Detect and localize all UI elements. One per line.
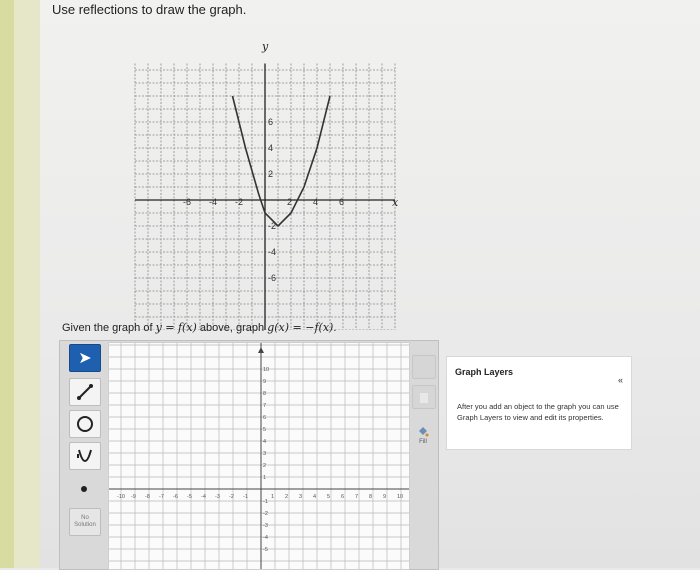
x-tick-label: -4 (209, 197, 217, 207)
x-tick-label: -6 (173, 494, 178, 500)
x-tick-label: 7 (355, 494, 358, 500)
x-tick-label: 6 (339, 197, 344, 207)
graph-layers-title: Graph Layers (455, 367, 514, 377)
answer-grid (109, 343, 409, 569)
y-tick-label: 3 (263, 451, 266, 457)
x-tick-label: -1 (243, 494, 248, 500)
y-tick-label: -3 (263, 523, 268, 529)
x-tick-label: -3 (215, 494, 220, 500)
f-expression: y = f(x) (155, 321, 197, 334)
y-tick-label: 2 (268, 169, 273, 179)
question-text: Given the graph of y = f(x) above, graph… (62, 321, 336, 334)
left-margin-band (14, 0, 40, 568)
pointer-arrow-icon: ➤ (78, 350, 92, 367)
x-tick-label: 2 (287, 197, 292, 207)
x-tick-label: 5 (327, 494, 330, 500)
question-prefix: Given the graph of (62, 322, 156, 334)
instruction-text: Use reflections to draw the graph. (52, 2, 247, 17)
x-tick-label: 1 (271, 494, 274, 500)
no-solution-label: No Solution (74, 515, 96, 528)
circle-tool-icon (77, 416, 93, 432)
x-tick-label: -10 (117, 494, 125, 500)
reference-graph: -6 -4 -2 2 4 6642-2-4-6 x y (134, 40, 399, 330)
x-tick-label: 8 (369, 494, 372, 500)
y-tick-label: -4 (268, 247, 276, 257)
x-tick-label: 6 (341, 494, 344, 500)
tool-palette: ➤ No Solution (63, 342, 107, 568)
y-tick-label: 9 (263, 379, 266, 385)
x-tick-label: -9 (131, 494, 136, 500)
y-tick-label: 6 (268, 117, 273, 127)
answer-axes (109, 343, 409, 569)
x-tick-label: -5 (187, 494, 192, 500)
graph-layers-description: After you add an object to the graph you… (457, 402, 619, 422)
parabola-tool-icon (77, 449, 92, 462)
fill-button[interactable]: Fill (412, 425, 434, 453)
x-tick-label: 4 (313, 197, 318, 207)
y-tick-label: -2 (263, 511, 268, 517)
y-tick-label: 8 (263, 391, 266, 397)
paint-bucket-icon (419, 427, 429, 437)
pointer-tool-button[interactable]: ➤ (69, 344, 101, 372)
side-button-column: Fill (412, 355, 436, 475)
x-tick-label: -8 (145, 494, 150, 500)
x-tick-label: -4 (201, 494, 206, 500)
x-tick-label: -2 (229, 494, 234, 500)
left-margin-strip (0, 0, 14, 568)
x-axis-label: x (392, 196, 399, 209)
y-tick-label: 10 (263, 367, 269, 373)
x-tick-label: 9 (383, 494, 386, 500)
y-tick-label: 6 (263, 415, 266, 421)
undo-button[interactable] (412, 355, 436, 379)
y-axis-label: y (261, 40, 269, 53)
y-tick-label: -5 (263, 547, 268, 553)
line-tool-icon (77, 384, 93, 400)
y-tick-label: 1 (263, 475, 266, 481)
y-tick-label: -1 (263, 499, 268, 505)
y-tick-label: 4 (263, 439, 266, 445)
point-tool-icon (81, 486, 87, 492)
x-tick-label: 2 (285, 494, 288, 500)
x-tick-label: 4 (313, 494, 316, 500)
g-expression: g(x) = −f(x) (267, 321, 334, 334)
y-tick-label: 5 (263, 427, 266, 433)
circle-tool-button[interactable] (69, 410, 101, 438)
y-tick-label: 2 (263, 463, 266, 469)
x-tick-label: -6 (183, 197, 191, 207)
fill-label: Fill (419, 439, 427, 445)
question-suffix: . (333, 322, 337, 334)
x-tick-label: 10 (397, 494, 403, 500)
delete-button[interactable] (412, 385, 436, 409)
parabola-tool-button[interactable] (69, 442, 101, 470)
trash-icon (420, 393, 428, 403)
x-tick-label: -2 (235, 197, 243, 207)
line-tool-button[interactable] (69, 378, 101, 406)
answer-graph[interactable]: -10 -9 -8 -7 -6 -5 -4 -3 -2 -1 1 2 3 4 5 6 7 8 9 1010987654… (108, 342, 410, 570)
graph-layers-panel: Graph Layers « After you add an object t… (446, 356, 632, 450)
no-solution-button[interactable]: No Solution (69, 508, 101, 536)
y-axis-arrow (258, 347, 264, 353)
y-tick-label: -4 (263, 535, 268, 541)
y-tick-label: 7 (263, 403, 266, 409)
question-middle: above, graph (196, 322, 268, 334)
x-tick-label: -7 (159, 494, 164, 500)
collapse-chevron-icon[interactable]: « (618, 375, 623, 385)
y-tick-label: -6 (268, 273, 276, 283)
x-tick-label: 3 (299, 494, 302, 500)
point-tool-button[interactable] (69, 476, 99, 502)
y-tick-label: 4 (268, 143, 273, 153)
